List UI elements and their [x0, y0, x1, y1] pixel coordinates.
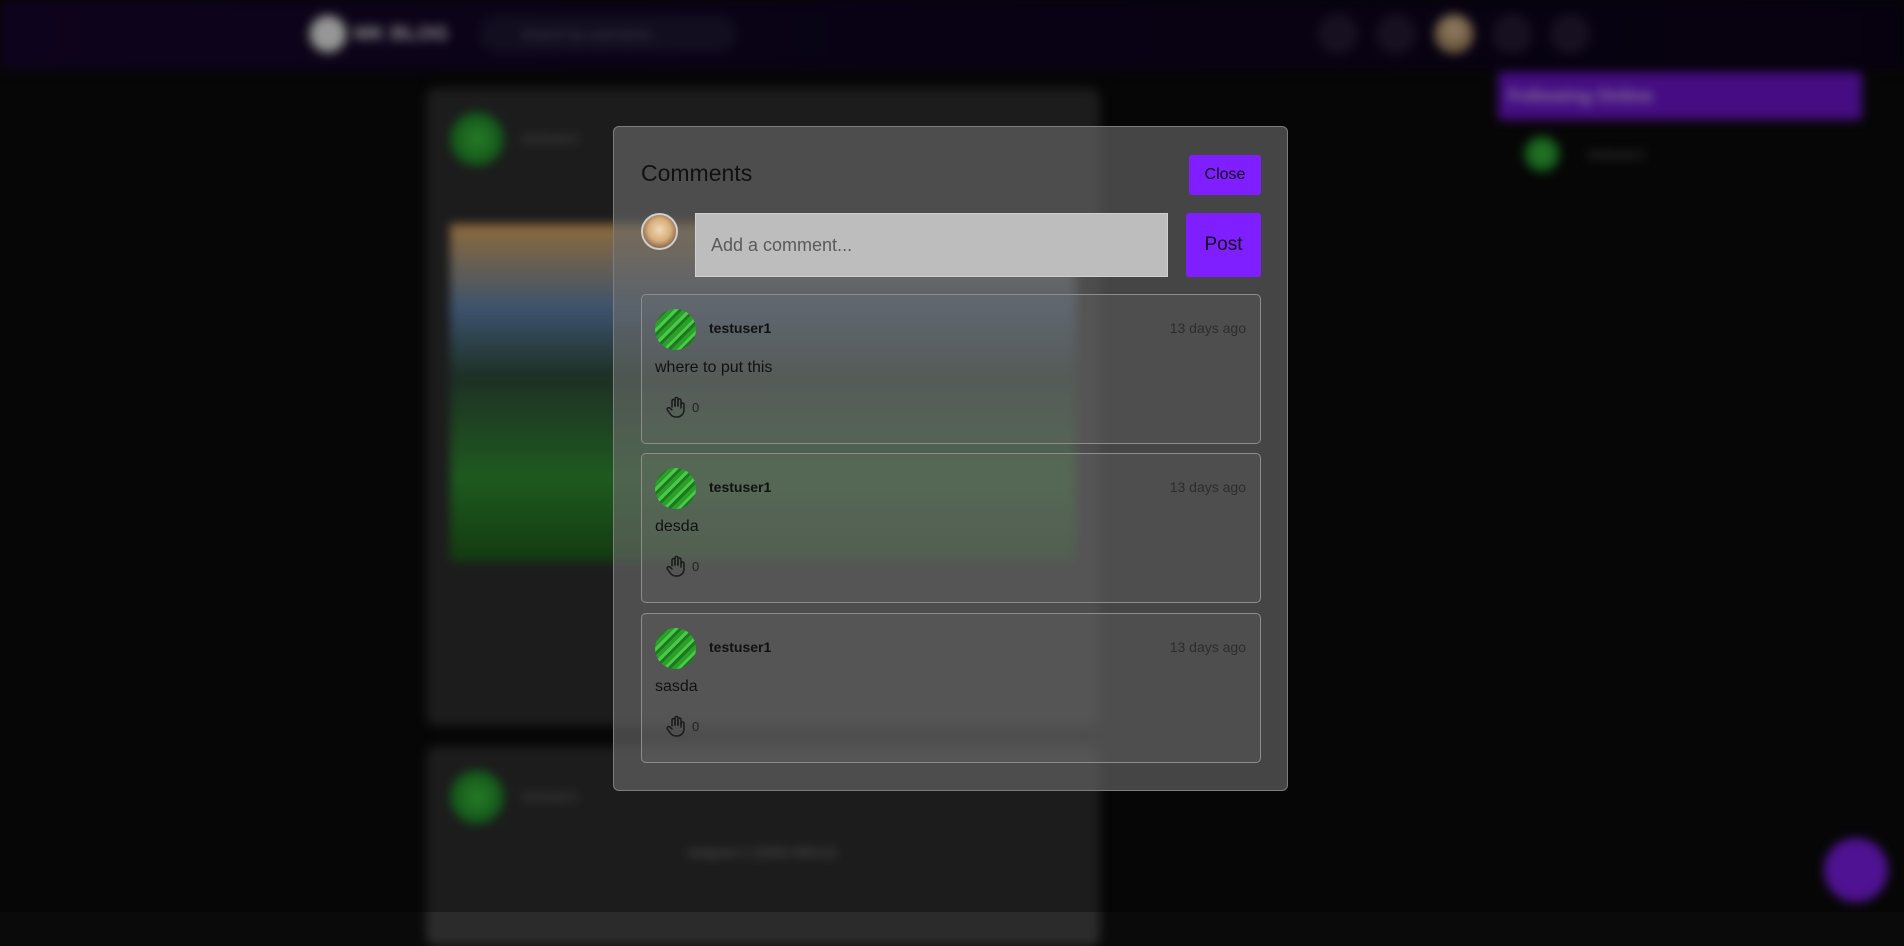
comment-input[interactable] — [695, 213, 1168, 277]
comment-author[interactable]: testuser1 — [709, 479, 771, 495]
comment-author-avatar[interactable] — [655, 468, 696, 509]
comment-author[interactable]: testuser1 — [709, 320, 771, 336]
comment-time: 13 days ago — [1169, 320, 1246, 336]
close-button[interactable]: Close — [1189, 155, 1261, 195]
comment-author[interactable]: testuser1 — [709, 639, 771, 655]
like-count: 0 — [692, 718, 700, 734]
comment-item: testuser1 13 days ago where to put this … — [641, 294, 1261, 444]
hand-icon — [666, 555, 685, 577]
hand-icon — [666, 396, 685, 418]
comment-text: desda — [655, 518, 699, 535]
comments-modal: Comments Close Post testuser1 13 days ag… — [613, 126, 1288, 791]
modal-title: Comments — [641, 160, 753, 186]
comment-time: 13 days ago — [1169, 479, 1246, 495]
like-button[interactable]: 0 — [664, 554, 699, 578]
like-button[interactable]: 0 — [664, 395, 699, 419]
post-comment-button[interactable]: Post — [1186, 213, 1261, 277]
comment-author-avatar[interactable] — [655, 309, 696, 350]
comment-text: where to put this — [655, 359, 773, 376]
comment-author-avatar[interactable] — [655, 628, 696, 669]
comment-time: 13 days ago — [1169, 639, 1246, 655]
comment-item: testuser1 13 days ago sasda 0 — [641, 613, 1261, 763]
like-count: 0 — [692, 558, 700, 574]
comment-text: sasda — [655, 678, 698, 695]
like-button[interactable]: 0 — [664, 714, 699, 738]
comment-item: testuser1 13 days ago desda 0 — [641, 453, 1261, 603]
hand-icon — [666, 715, 685, 737]
current-user-avatar — [641, 213, 678, 250]
like-count: 0 — [692, 399, 700, 415]
